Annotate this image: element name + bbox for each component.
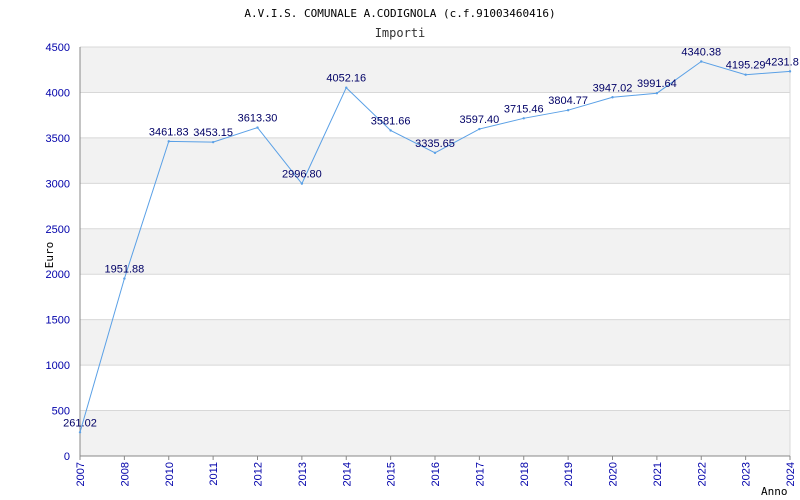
data-point: [78, 431, 82, 434]
data-point: [433, 151, 437, 155]
x-tick-label: 2014: [341, 462, 353, 486]
x-tick-label: 2007: [75, 462, 87, 486]
y-tick-label: 500: [52, 406, 70, 418]
data-label: 2996.80: [282, 169, 322, 181]
plot-band: [80, 319, 790, 366]
data-label: 1951.88: [104, 264, 144, 276]
data-point: [123, 277, 126, 280]
chart-subtitle: Importi: [375, 26, 426, 40]
plot-bands: [80, 47, 790, 456]
data-label: 3715.46: [504, 103, 544, 115]
data-label: 3597.40: [459, 114, 499, 126]
x-tick-label: 2010: [164, 462, 176, 486]
x-tick-label: 2024: [785, 462, 797, 486]
data-point: [744, 73, 747, 76]
y-tick-label: 4500: [46, 42, 70, 54]
chart: 0 500 1000 1500 2000 2500 3000 3500 4000 4500 200…: [43, 7, 799, 498]
x-tick-label: 2015: [386, 462, 398, 486]
data-point: [611, 96, 614, 99]
data-point: [389, 129, 392, 132]
x-tick-label: 2023: [741, 462, 753, 486]
data-label: 3804.77: [548, 95, 588, 107]
data-point: [478, 127, 481, 131]
data-label: 3453.15: [193, 127, 233, 139]
x-tick-label: 2022: [696, 462, 708, 486]
y-tick-label: 4000: [46, 87, 70, 99]
data-label: 261.02: [63, 417, 97, 429]
data-label: 3613.30: [238, 113, 278, 125]
x-tick-label: 2018: [519, 462, 531, 486]
data-point: [788, 70, 792, 73]
data-label: 3461.83: [149, 126, 189, 138]
data-point: [300, 182, 304, 185]
data-label: 4195.29: [726, 60, 766, 72]
data-label: 3947.02: [593, 82, 633, 94]
data-label: 3335.65: [415, 138, 455, 150]
y-tick-label: 2000: [46, 269, 70, 281]
y-tick-label: 3000: [46, 178, 70, 190]
x-tick-label: 2011: [208, 462, 220, 486]
data-point: [167, 140, 170, 143]
data-point: [211, 140, 215, 144]
chart-title: A.V.I.S. COMUNALE A.CODIGNOLA (c.f.91003…: [244, 7, 555, 20]
x-tick-labels: 2007 2008 2010 2011 2012 2013 2014 2015 2016 2017…: [75, 456, 797, 486]
plot-band: [80, 228, 790, 275]
x-axis-label: Anno: [761, 485, 788, 498]
data-label: 3991.64: [637, 78, 677, 90]
data-label: 4231.8: [765, 56, 799, 68]
x-tick-label: 2016: [430, 462, 442, 486]
y-tick-label: 3500: [46, 133, 70, 145]
x-tick-label: 2008: [119, 462, 131, 486]
x-tick-label: 2021: [652, 462, 664, 486]
data-point: [256, 126, 259, 129]
plot-band: [80, 410, 790, 456]
x-tick-label: 2020: [608, 462, 620, 486]
data-label: 4052.16: [326, 73, 366, 85]
x-tick-label: 2013: [297, 462, 309, 486]
y-tick-label: 0: [64, 451, 70, 463]
y-axis-label: Euro: [43, 242, 56, 269]
data-point: [655, 92, 659, 95]
y-tick-label: 2500: [46, 224, 70, 236]
data-point: [700, 60, 703, 63]
x-tick-label: 2012: [253, 462, 265, 486]
y-tick-label: 1500: [46, 315, 70, 327]
x-tick-label: 2017: [474, 462, 486, 486]
data-label: 4340.38: [681, 47, 721, 59]
x-tick-label: 2019: [563, 462, 575, 486]
data-label: 3581.66: [371, 115, 411, 127]
data-point: [345, 86, 348, 89]
data-point: [522, 117, 525, 120]
y-tick-label: 1000: [46, 360, 70, 372]
data-point: [566, 108, 570, 112]
